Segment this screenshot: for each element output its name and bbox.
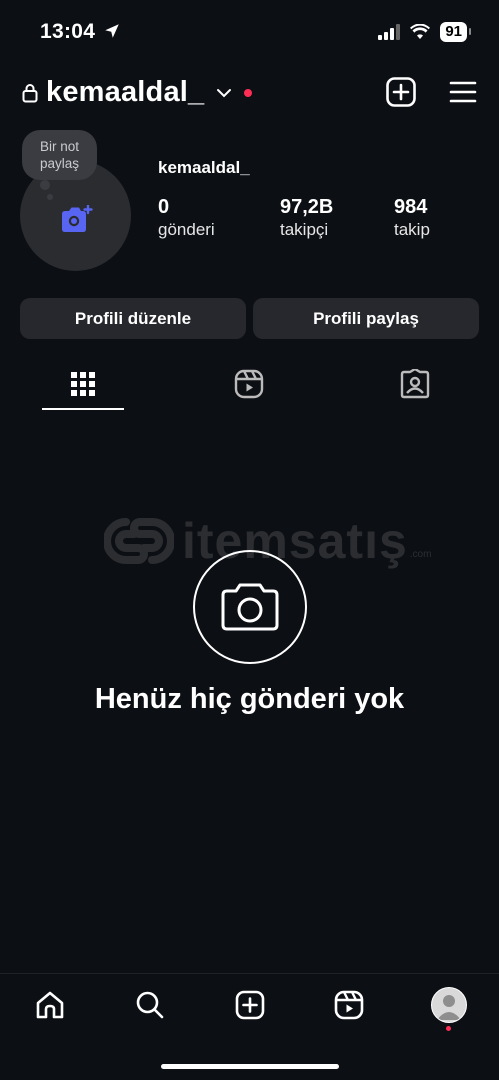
profile-notification-dot [446,1026,451,1031]
watermark-logo-icon [104,518,174,564]
wifi-icon [410,24,431,39]
account-switcher[interactable]: kemaaldal_ [22,76,253,109]
tab-grid[interactable] [63,366,103,402]
battery-icon: 91 [440,22,471,42]
share-profile-button[interactable]: Profili paylaş [253,298,479,339]
stat-followers-label: takipçi [280,220,329,239]
empty-state-title: Henüz hiç gönderi yok [94,683,405,715]
note-line-2: paylaş [39,156,80,171]
home-indicator[interactable] [161,1064,339,1069]
reels-nav-icon [334,990,364,1020]
tab-reels[interactable] [229,366,269,402]
note-bubble[interactable]: Bir not paylaş [22,130,97,180]
watermark-suffix: .com [409,549,432,560]
home-icon [36,991,64,1019]
stat-posts[interactable]: 0 gönderi [158,195,215,241]
header-username[interactable]: kemaaldal_ [46,76,204,109]
tab-tagged[interactable] [395,366,435,402]
note-bubble-tail-small [47,194,53,200]
location-arrow-icon [105,24,120,38]
stat-following-label: takip [394,220,430,239]
plus-square-icon [386,77,416,107]
tagged-icon [400,369,430,399]
avatar-placeholder-icon [437,995,461,1020]
stat-posts-value: 0 [158,196,170,218]
search-icon [136,991,164,1019]
reels-icon [234,369,264,399]
nav-profile[interactable] [431,987,467,1023]
stat-followers-value: 97,2B [280,196,334,218]
signal-icon [378,24,401,40]
create-icon [235,990,265,1020]
profile-display-name: kemaaldal_ [158,158,250,177]
note-line-1: Bir not [39,139,80,154]
grid-icon [71,372,95,396]
lock-icon [22,83,38,102]
nav-search[interactable] [132,987,168,1023]
create-button[interactable] [386,77,416,112]
camera-icon [221,583,279,631]
empty-state-camera[interactable] [193,550,307,664]
notification-dot [244,88,253,97]
menu-button[interactable] [449,80,477,109]
status-time: 13:04 [40,20,121,44]
profile-avatar-small [431,987,467,1023]
nav-home[interactable] [32,987,68,1023]
nav-create[interactable] [232,987,268,1023]
stat-following[interactable]: 984 takip [394,195,430,241]
note-bubble-tail [40,180,50,190]
bottom-nav-divider [0,973,499,974]
stat-posts-label: gönderi [158,220,215,239]
chevron-down-icon[interactable] [216,87,232,99]
nav-reels[interactable] [331,987,367,1023]
edit-profile-button[interactable]: Profili düzenle [20,298,246,339]
stat-followers[interactable]: 97,2B takipçi [280,195,333,241]
status-indicators: 91 [378,22,471,42]
stat-following-value: 984 [394,196,428,218]
add-photo-icon[interactable] [59,204,93,235]
active-tab-indicator [42,408,124,410]
menu-icon [449,81,477,103]
